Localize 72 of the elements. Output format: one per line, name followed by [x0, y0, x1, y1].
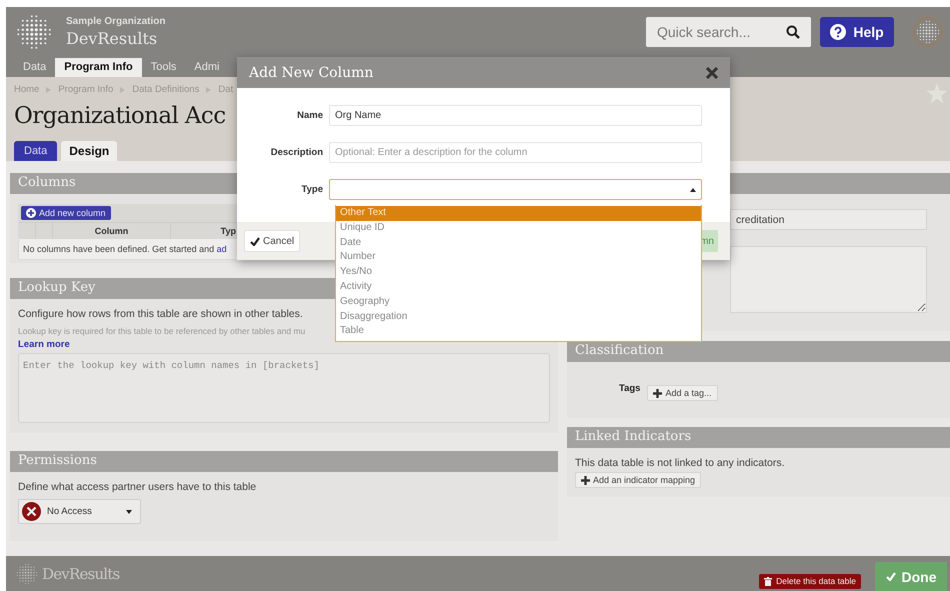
dropdown-option[interactable]: Table — [336, 324, 701, 340]
add-column-button[interactable]: Add new column — [21, 206, 111, 220]
column-header: Typ — [220, 225, 237, 238]
description: This data table is not linked to any indicators. — [575, 457, 785, 469]
add-tag-button[interactable]: Add a tag... — [647, 385, 718, 401]
description: Define what access partner users have to this table — [18, 481, 256, 493]
cancel-button[interactable]: Cancel — [244, 230, 300, 252]
page-title: Organizational Acc — [14, 103, 226, 129]
help-note: Lookup key is required for this table to be referenced by other tables and mu — [18, 326, 306, 336]
add-indicator-button[interactable]: Add an indicator mapping — [575, 472, 702, 488]
description-field[interactable] — [730, 246, 927, 313]
text-field[interactable]: Org Name — [329, 105, 702, 126]
dropdown-option[interactable]: Disaggregation — [336, 310, 701, 324]
check-icon — [250, 236, 260, 246]
breadcrumb-link[interactable]: Program Info — [58, 84, 114, 95]
dropdown-option[interactable]: Number — [336, 250, 701, 266]
nav-tab[interactable]: Program Info — [55, 58, 142, 77]
dialog-title: Add New Column — [249, 64, 374, 80]
access-dropdown[interactable]: No Access — [18, 499, 141, 524]
trash-icon — [764, 576, 772, 586]
dropdown-option[interactable]: Other Text — [336, 206, 701, 221]
breadcrumb-link[interactable]: Data Definitions — [132, 84, 200, 95]
dotted-globe-icon — [16, 14, 52, 50]
field-label: Tags — [619, 383, 640, 394]
done-button[interactable]: Done — [875, 562, 947, 591]
name-field[interactable]: creditation — [730, 209, 927, 230]
field-label: Name — [296, 110, 324, 121]
nav-tab[interactable]: Data — [14, 58, 56, 77]
section-header: Classification — [567, 341, 950, 362]
check-icon — [886, 572, 896, 581]
close-button[interactable] — [706, 66, 718, 78]
organization-name: Sample Organization — [66, 16, 166, 26]
description: Configure how rows from this table are shown in other tables. — [18, 308, 303, 320]
lookup-key-field[interactable]: Enter the lookup key with column names in [brackets] — [18, 353, 550, 423]
plus-circle-icon — [26, 208, 36, 218]
view-tab[interactable]: Data — [14, 141, 58, 161]
help-button[interactable]: Help — [820, 16, 894, 46]
app-name: DevResults — [66, 28, 158, 48]
chevron-icon — [206, 86, 212, 92]
empty-message: No columns have been defined. Get started and ad — [23, 244, 227, 254]
breadcrumb-link[interactable]: Dat — [218, 84, 234, 95]
learn-more-link[interactable]: Learn more — [18, 339, 70, 350]
section-header: Linked Indicators — [567, 427, 950, 448]
search-field[interactable]: Quick search... — [646, 16, 811, 46]
dropdown-option[interactable]: Date — [336, 236, 701, 250]
x-circle-icon — [22, 502, 41, 521]
dotted-globe-icon — [916, 20, 940, 44]
delete-button[interactable]: Delete this data table — [759, 574, 861, 588]
column-header: Column — [53, 223, 171, 239]
section-header: Permissions — [10, 451, 558, 472]
dropdown-option[interactable]: Unique ID — [336, 220, 701, 236]
search-icon — [786, 24, 800, 38]
link[interactable]: ad — [216, 244, 227, 254]
caret-icon — [690, 188, 696, 192]
close-icon — [706, 66, 718, 78]
plus-icon — [653, 388, 662, 398]
type-dropdown[interactable] — [329, 179, 702, 200]
field-label: Type — [300, 184, 324, 195]
field-label: Description — [270, 147, 324, 158]
chevron-icon — [120, 86, 126, 92]
help-icon — [830, 24, 846, 40]
chevron-icon — [46, 86, 52, 92]
caret-icon — [126, 510, 132, 514]
plus-icon — [581, 476, 590, 484]
nav-tab[interactable]: Admi — [185, 58, 228, 77]
breadcrumb-link[interactable]: Home — [14, 84, 40, 95]
view-tab[interactable]: Design — [61, 141, 118, 161]
text-field[interactable]: Optional: Enter a description for the column — [329, 142, 702, 163]
dropdown-option[interactable]: Yes/No — [336, 265, 701, 280]
nav-tab[interactable]: Tools — [142, 58, 186, 77]
footer-brand: DevResults — [42, 564, 120, 582]
avatar[interactable] — [913, 17, 942, 46]
